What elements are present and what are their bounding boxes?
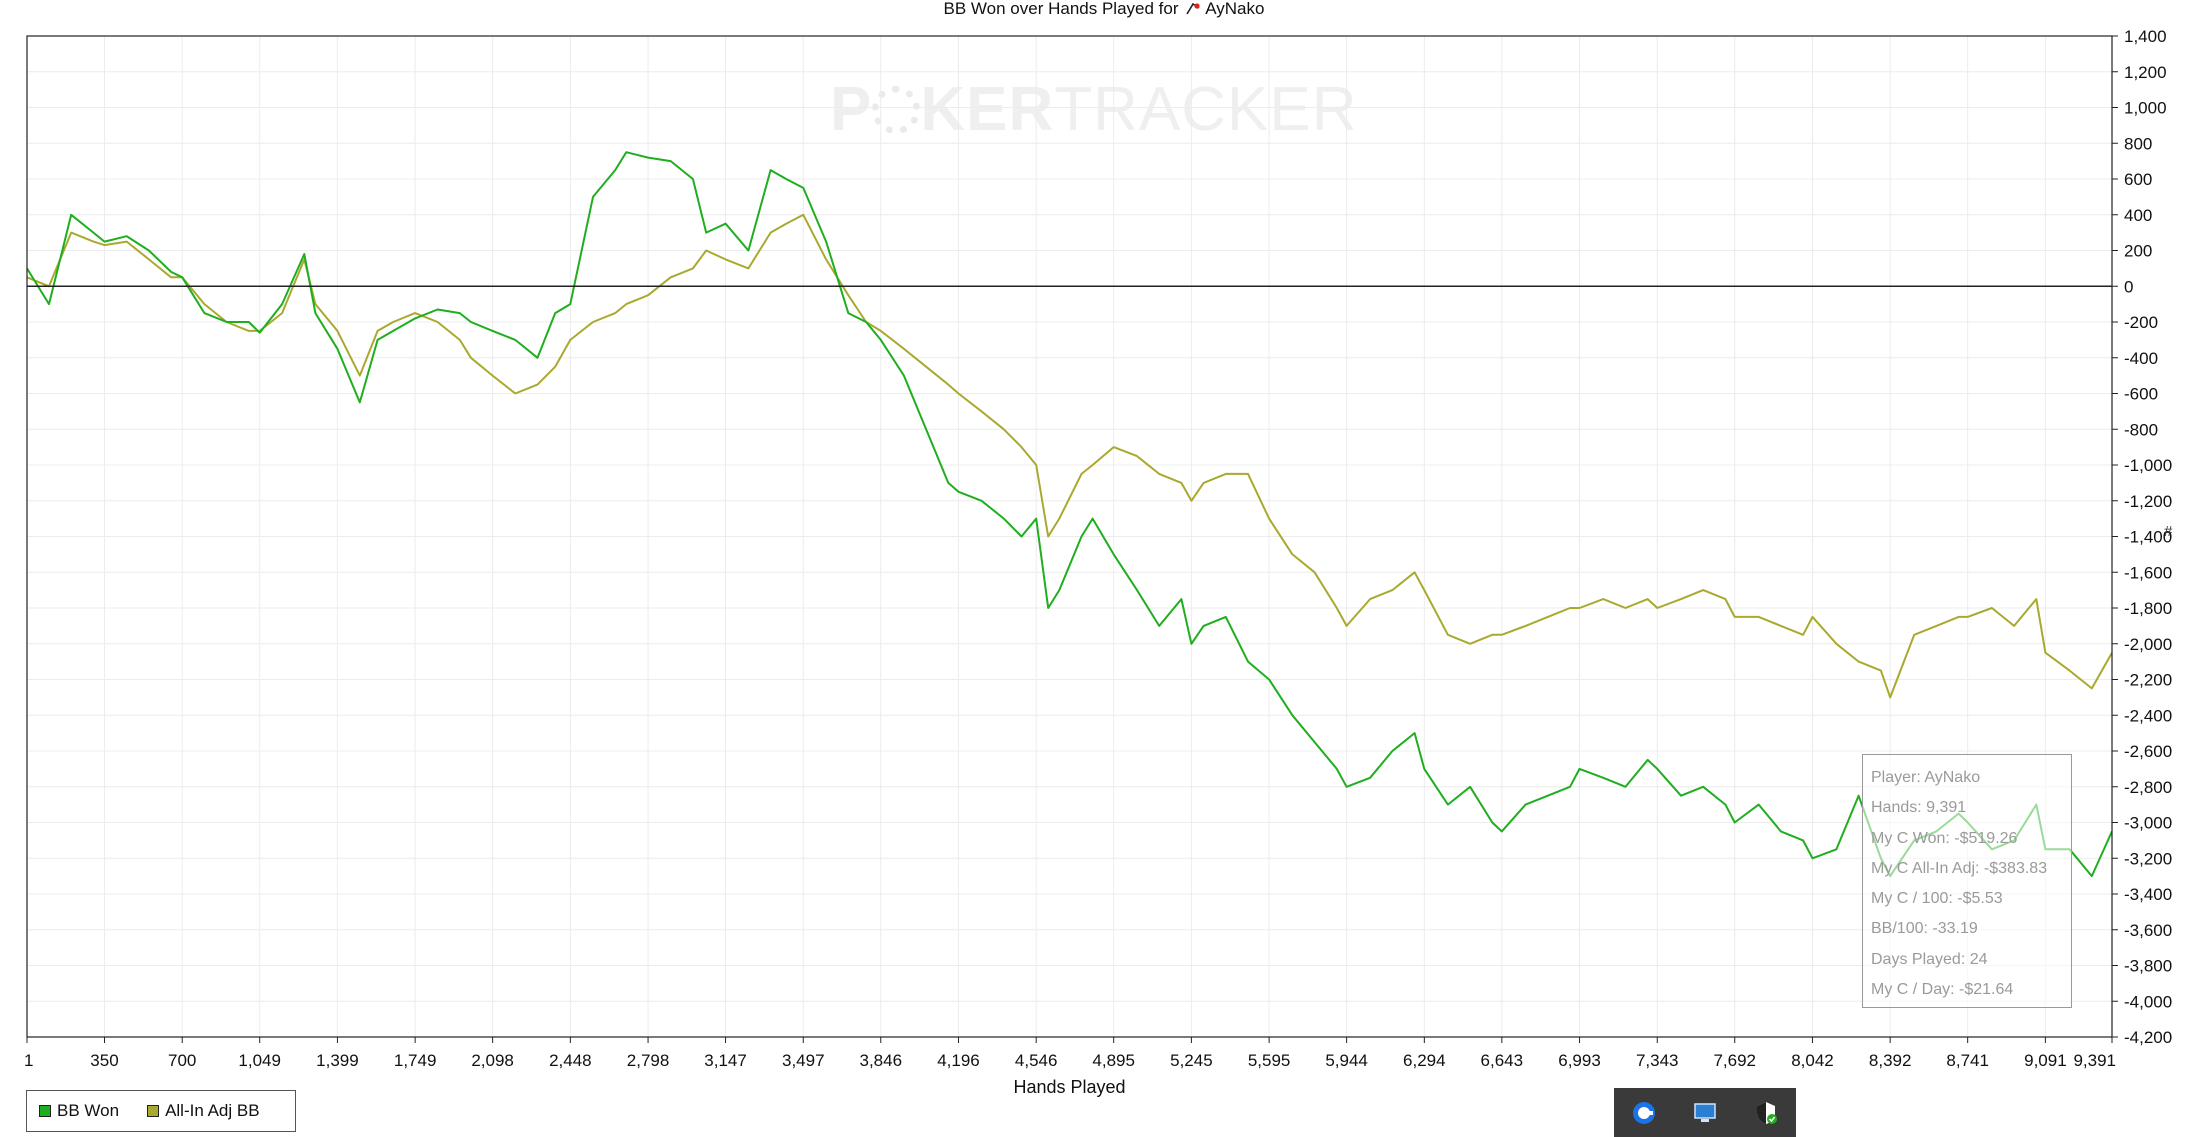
y-tick-label: -200 [2124, 313, 2158, 332]
y-tick-label: -4,200 [2124, 1028, 2172, 1047]
tooltip-per-100: My C / 100: -$5.53 [1871, 890, 2003, 908]
stats-tooltip: Player: AyNako Hands: 9,391 My C Won: -$… [1862, 754, 2072, 1008]
x-tick-label: 4,546 [1015, 1051, 1058, 1070]
x-tick-label: 4,895 [1092, 1051, 1135, 1070]
series-line-bb-won [26, 151, 2113, 878]
y-tick-label: -3,200 [2124, 849, 2172, 868]
google-icon[interactable] [1630, 1099, 1658, 1127]
tooltip-allin-adj: My C All-In Adj: -$383.83 [1871, 859, 2048, 877]
x-tick-label: 1,749 [394, 1051, 437, 1070]
x-tick-label: 3,147 [704, 1051, 747, 1070]
x-tick-label: 1,399 [316, 1051, 359, 1070]
y-tick-label: 0 [2124, 277, 2133, 296]
legend-swatch-bb-won [39, 1105, 51, 1117]
taskbar-tray [1614, 1088, 1796, 1137]
legend-swatch-all-in-adj [147, 1105, 160, 1117]
y-tick-label: -2,000 [2124, 635, 2172, 654]
series-layer [26, 151, 2113, 878]
y-tick-label: -1,600 [2124, 563, 2172, 582]
y-tick-label: -3,600 [2124, 921, 2172, 940]
x-tick-label: 5,944 [1325, 1051, 1368, 1070]
x-tick-label: 700 [168, 1051, 196, 1070]
y-tick-label: -2,800 [2124, 778, 2172, 797]
series-line-all-in-adj-bb [26, 213, 2113, 699]
y-tick-label: 400 [2124, 206, 2152, 225]
x-tick-label: 6,643 [1481, 1051, 1524, 1070]
x-tick-label: 7,343 [1636, 1051, 1679, 1070]
y-tick-label: 1,400 [2124, 27, 2167, 46]
x-tick-label: 3,846 [859, 1051, 902, 1070]
legend-item-all-in-adj[interactable]: All-In Adj BB [147, 1101, 260, 1121]
x-tick-label: 6,993 [1558, 1051, 1601, 1070]
y-tick-label: 800 [2124, 134, 2152, 153]
y-tick-label: -3,400 [2124, 885, 2172, 904]
grid-layer [26, 35, 2113, 1038]
tooltip-per-day: My C / Day: -$21.64 [1871, 981, 2014, 999]
y-tick-label: -1,000 [2124, 456, 2172, 475]
y-tick-label: -2,200 [2124, 671, 2172, 690]
tooltip-days: Days Played: 24 [1871, 950, 1988, 968]
y-tick-label: 1,200 [2124, 63, 2167, 82]
x-tick-label: 9,091 [2024, 1051, 2067, 1070]
y-tick-label: -400 [2124, 349, 2158, 368]
y-tick-label: -3,000 [2124, 814, 2172, 833]
x-tick-label: 2,098 [471, 1051, 514, 1070]
x-tick-label: 2,798 [627, 1051, 670, 1070]
y-tick-label: -600 [2124, 385, 2158, 404]
y-tick-label: 200 [2124, 242, 2152, 261]
x-tick-label: 3,497 [782, 1051, 825, 1070]
y-tick-label: -4,000 [2124, 992, 2172, 1011]
y-tick-label: 1,000 [2124, 99, 2167, 118]
x-tick-label: 1,049 [238, 1051, 281, 1070]
y-tick-label: 600 [2124, 170, 2152, 189]
x-tick-label: 5,245 [1170, 1051, 1213, 1070]
tooltip-player: Player: AyNako [1871, 769, 1981, 786]
y-tick-label: -3,800 [2124, 957, 2172, 976]
x-tick-layer: 1 350 700 1,049 1,399 1,749 2,098 2,448 2,798 3,1… [24, 1037, 2116, 1070]
shield-check-icon[interactable] [1752, 1099, 1780, 1127]
y-tick-label: -1,800 [2124, 599, 2172, 618]
legend-item-bb-won[interactable]: BB Won [39, 1101, 119, 1121]
tooltip-bb-100: BB/100: -33.19 [1871, 920, 1978, 938]
chart-legend[interactable]: BB Won All-In Adj BB [26, 1090, 296, 1132]
x-axis-title: Hands Played [1013, 1077, 1125, 1097]
right-axis-marker: # [2164, 523, 2173, 540]
x-tick-label: 350 [90, 1051, 118, 1070]
y-tick-label: -2,400 [2124, 706, 2172, 725]
x-tick-label: 1 [24, 1051, 33, 1070]
x-tick-label: 4,196 [937, 1051, 980, 1070]
legend-label-all-in-adj: All-In Adj BB [165, 1101, 260, 1120]
y-tick-label: -800 [2124, 420, 2158, 439]
x-tick-label: 9,391 [2073, 1051, 2116, 1070]
tooltip-won: My C Won: -$519.26 [1871, 829, 2018, 847]
x-tick-label: 8,741 [1946, 1051, 1989, 1070]
x-tick-label: 8,392 [1869, 1051, 1912, 1070]
monitor-icon[interactable] [1691, 1099, 1719, 1127]
y-tick-label: -1,200 [2124, 492, 2172, 511]
legend-label-bb-won: BB Won [57, 1101, 120, 1120]
x-tick-label: 5,595 [1248, 1051, 1291, 1070]
tooltip-hands: Hands: 9,391 [1871, 799, 1967, 817]
x-tick-label: 2,448 [549, 1051, 592, 1070]
x-tick-label: 8,042 [1791, 1051, 1834, 1070]
x-tick-label: 7,692 [1713, 1051, 1756, 1070]
x-tick-label: 6,294 [1403, 1051, 1446, 1070]
y-tick-label: -2,600 [2124, 742, 2172, 761]
